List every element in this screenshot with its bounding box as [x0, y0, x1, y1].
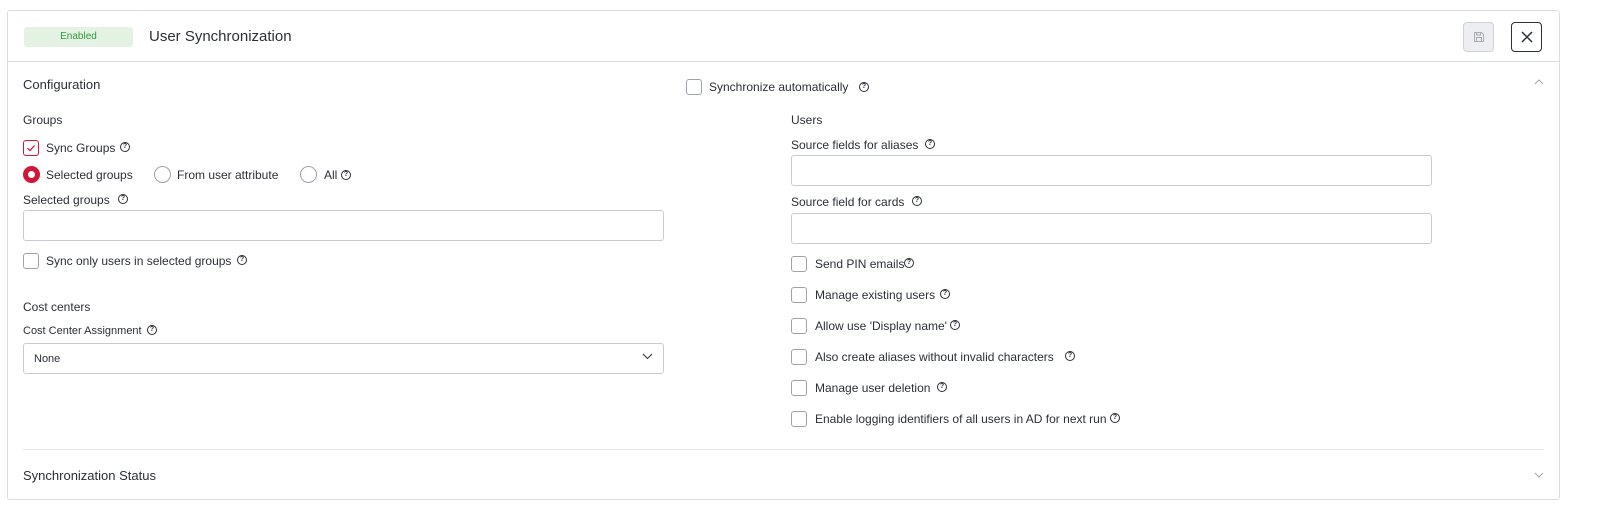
selected-groups-label: Selected groups	[23, 193, 110, 207]
manage-existing-users-label: Manage existing users	[815, 288, 936, 302]
help-icon[interactable]: ?	[120, 142, 130, 152]
enable-logging-checkbox[interactable]	[791, 411, 807, 427]
cost-centers-title: Cost centers	[23, 300, 91, 314]
sync-only-selected-checkbox[interactable]	[23, 253, 39, 269]
manage-existing-users-checkbox[interactable]	[791, 287, 807, 303]
help-icon[interactable]: ?	[237, 255, 247, 265]
help-icon[interactable]: ?	[859, 82, 869, 92]
help-icon[interactable]: ?	[1065, 351, 1075, 361]
radio-all-label: All	[324, 168, 338, 182]
radio-selected-groups-label: Selected groups	[46, 168, 133, 182]
sync-auto-checkbox[interactable]	[686, 79, 702, 95]
save-icon	[1473, 32, 1484, 42]
users-title: Users	[791, 113, 823, 127]
sync-only-selected-label: Sync only users in selected groups	[46, 254, 232, 268]
cards-input[interactable]	[791, 213, 1432, 244]
help-icon[interactable]: ?	[912, 196, 922, 206]
radio-from-user-attribute-label: From user attribute	[177, 168, 279, 182]
help-icon[interactable]: ?	[341, 170, 351, 180]
panel-header: Enabled User Synchronization	[8, 11, 1559, 62]
cards-label: Source field for cards	[791, 195, 905, 209]
radio-selected-groups[interactable]	[23, 166, 40, 183]
select-value: None	[34, 353, 61, 365]
allow-display-name-label: Allow use 'Display name'	[815, 319, 947, 333]
send-pin-emails-checkbox[interactable]	[791, 256, 807, 272]
aliases-invalid-chars-checkbox[interactable]	[791, 349, 807, 365]
aliases-invalid-chars-label: Also create aliases without invalid char…	[815, 350, 1054, 364]
help-icon[interactable]: ?	[118, 194, 128, 204]
help-icon[interactable]: ?	[950, 320, 960, 330]
page-title: User Synchronization	[149, 28, 292, 45]
configuration-title: Configuration	[23, 77, 101, 92]
radio-all[interactable]	[300, 166, 317, 183]
enable-logging-label: Enable logging identifiers of all users …	[815, 412, 1107, 426]
aliases-label: Source fields for aliases	[791, 138, 919, 152]
help-icon[interactable]: ?	[904, 258, 914, 268]
save-button[interactable]	[1463, 22, 1494, 52]
status-badge: Enabled	[24, 27, 133, 47]
cost-center-assignment-label: Cost Center Assignment	[23, 325, 142, 337]
help-icon[interactable]: ?	[1110, 413, 1120, 423]
close-icon	[1520, 31, 1533, 43]
chevron-down-icon	[642, 353, 653, 360]
user-sync-panel: Enabled User Synchronization Configurati…	[7, 10, 1560, 500]
selected-groups-input[interactable]	[23, 210, 664, 241]
chevron-up-icon[interactable]	[1534, 79, 1544, 85]
sync-status-title[interactable]: Synchronization Status	[23, 468, 156, 484]
section-divider	[23, 449, 1544, 450]
help-icon[interactable]: ?	[925, 139, 935, 149]
help-icon[interactable]: ?	[940, 289, 950, 299]
radio-from-user-attribute[interactable]	[154, 166, 171, 183]
sync-groups-checkbox[interactable]	[23, 140, 39, 156]
close-button[interactable]	[1511, 22, 1542, 52]
help-icon[interactable]: ?	[937, 382, 947, 392]
sync-auto-label: Synchronize automatically	[709, 80, 849, 94]
sync-groups-label: Sync Groups	[46, 141, 116, 155]
cost-center-assignment-select[interactable]: None	[23, 343, 664, 374]
chevron-down-icon[interactable]	[1534, 472, 1544, 478]
groups-title: Groups	[23, 113, 63, 127]
allow-display-name-checkbox[interactable]	[791, 318, 807, 334]
manage-user-deletion-checkbox[interactable]	[791, 380, 807, 396]
send-pin-emails-label: Send PIN emails	[815, 257, 905, 271]
help-icon[interactable]: ?	[147, 325, 157, 335]
check-icon	[27, 145, 35, 152]
aliases-input[interactable]	[791, 155, 1432, 186]
manage-user-deletion-label: Manage user deletion	[815, 381, 931, 395]
